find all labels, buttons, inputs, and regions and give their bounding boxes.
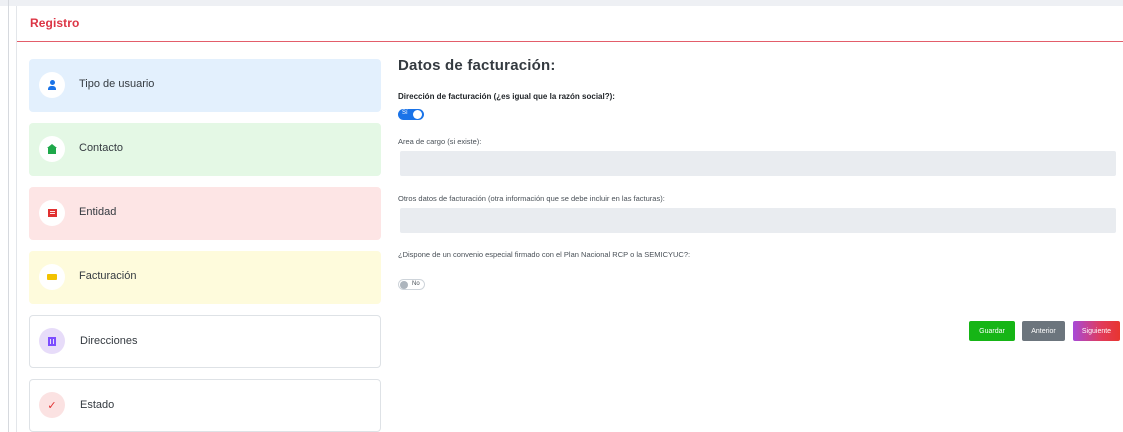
billing-address-question: Dirección de facturación (¿es igual que …: [398, 92, 615, 101]
toggle-knob: [400, 281, 408, 289]
billing-address-toggle[interactable]: Sí: [398, 109, 424, 120]
step-estado[interactable]: ✓ Estado: [29, 379, 381, 432]
step-label: Estado: [80, 399, 115, 411]
step-contacto[interactable]: Contacto: [29, 123, 381, 176]
save-button[interactable]: Guardar: [969, 321, 1015, 341]
step-entidad[interactable]: Entidad: [29, 187, 381, 240]
toggle-text: Sí: [402, 110, 408, 116]
building-icon: [39, 200, 65, 226]
step-label: Tipo de usuario: [79, 78, 155, 90]
check-icon: ✓: [39, 392, 65, 418]
bank-icon: [39, 328, 65, 354]
toggle-text: No: [412, 281, 420, 287]
step-facturacion[interactable]: Facturación: [29, 251, 381, 304]
step-label: Direcciones: [80, 335, 138, 347]
step-tipo-de-usuario[interactable]: Tipo de usuario: [29, 59, 381, 112]
step-label: Contacto: [79, 142, 124, 154]
previous-button[interactable]: Anterior: [1022, 321, 1065, 341]
next-button[interactable]: Siguiente: [1073, 321, 1120, 341]
convenio-toggle[interactable]: No: [398, 279, 425, 290]
panel-header: Registro: [17, 6, 1123, 42]
step-direcciones[interactable]: Direcciones: [29, 315, 381, 368]
step-label: Facturación: [79, 270, 137, 282]
area-label: Area de cargo (si existe):: [398, 137, 482, 146]
otros-label: Otros datos de facturación (otra informa…: [398, 194, 665, 203]
toggle-knob: [413, 110, 422, 119]
step-label: Entidad: [79, 206, 117, 218]
convenio-label: ¿Dispone de un convenio especial firmado…: [398, 250, 691, 259]
left-edge-divider: [8, 0, 9, 432]
card-icon: [39, 264, 65, 290]
user-icon: [39, 72, 65, 98]
home-icon: [39, 136, 65, 162]
otros-input[interactable]: [400, 208, 1116, 233]
form-title: Datos de facturación:: [398, 57, 556, 74]
panel-title: Registro: [30, 16, 80, 30]
area-input[interactable]: [400, 151, 1116, 176]
